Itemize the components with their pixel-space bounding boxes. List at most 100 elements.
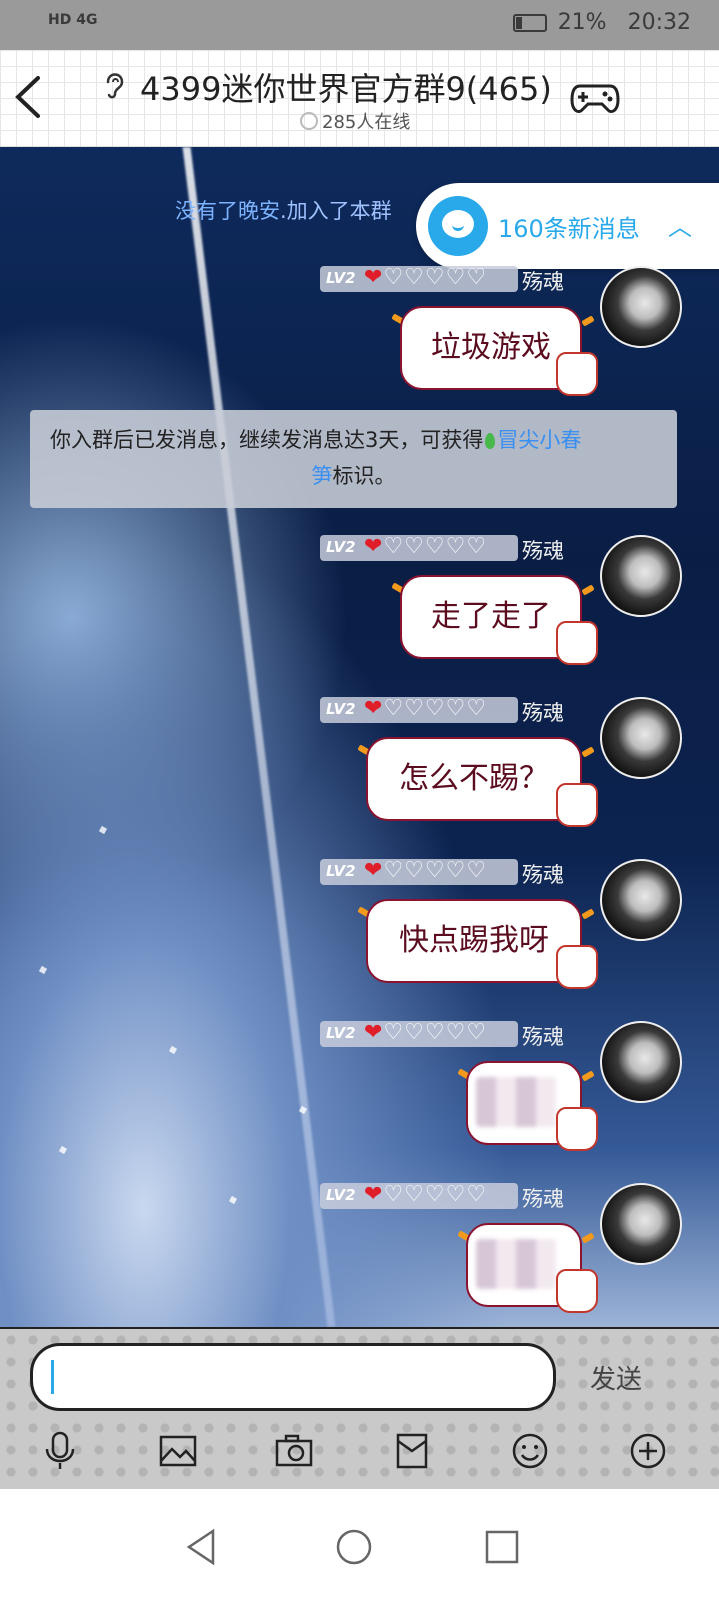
page-title: 4399迷你世界官方群9(465) — [140, 70, 552, 108]
bubble-decoration — [581, 315, 595, 327]
fist-icon — [556, 1107, 598, 1151]
hearts-empty: ♡♡♡♡♡ — [383, 858, 488, 883]
notice-text-end: 标识。 — [332, 464, 396, 488]
fist-icon — [556, 352, 598, 396]
nav-home-icon[interactable] — [334, 1527, 374, 1567]
join-suffix: .加入了本群 — [280, 199, 392, 223]
send-button[interactable]: 发送 — [590, 1359, 642, 1396]
bubble-decoration — [581, 584, 595, 596]
heart-full: ❤ — [364, 265, 384, 290]
avatar[interactable] — [600, 535, 682, 617]
nav-back-icon[interactable] — [183, 1527, 223, 1567]
avatar[interactable] — [600, 1183, 682, 1265]
fist-icon — [556, 945, 598, 989]
sender-name[interactable]: 殇魂 — [522, 535, 564, 565]
blurred-sticker[interactable] — [476, 1077, 556, 1127]
bubble-decoration — [581, 746, 595, 758]
text-caret — [51, 1360, 54, 1394]
sender-name[interactable]: 殇魂 — [522, 1021, 564, 1051]
avatar[interactable] — [600, 266, 682, 348]
status-bar: HD 4G 21% 20:32 — [0, 0, 719, 50]
chat-header: 4399迷你世界官方群9(465) 285人在线 — [0, 50, 719, 147]
hearts: ❤♡♡♡♡♡ — [364, 1020, 487, 1045]
plus-icon[interactable] — [626, 1429, 670, 1473]
hearts: ❤♡♡♡♡♡ — [364, 696, 487, 721]
message-item: LV2 ❤♡♡♡♡♡ 殇魂 — [0, 1020, 719, 1151]
new-messages-button[interactable]: 160条新消息 ︿ — [416, 183, 719, 269]
message-item: LV2 ❤♡♡♡♡♡ 殇魂 快点踢我呀 — [0, 858, 719, 989]
avatar[interactable] — [600, 697, 682, 779]
sender-name[interactable]: 殇魂 — [522, 1183, 564, 1213]
camera-icon[interactable] — [272, 1429, 316, 1473]
level-badge: LV2 ❤♡♡♡♡♡ — [320, 858, 518, 885]
notice-line2: 笋标识。 — [30, 458, 677, 494]
avatar[interactable] — [600, 859, 682, 941]
red-packet-icon[interactable] — [390, 1429, 434, 1473]
bubble-decoration — [581, 908, 595, 920]
nav-recents-icon[interactable] — [482, 1527, 522, 1567]
level-tag: LV2 — [326, 700, 356, 718]
message-bubble[interactable]: 快点踢我呀 — [366, 899, 582, 983]
message-item: LV2 ❤♡♡♡♡♡ 殇魂 怎么不踢？ — [0, 696, 719, 827]
new-messages-label: 160条新消息 — [498, 215, 640, 243]
back-icon[interactable] — [8, 72, 48, 122]
battery-icon — [512, 14, 547, 32]
heart-full: ❤ — [364, 696, 384, 721]
hearts: ❤♡♡♡♡♡ — [364, 1182, 487, 1207]
hearts: ❤♡♡♡♡♡ — [364, 534, 487, 559]
heart-full: ❤ — [364, 1020, 384, 1045]
notice-badge-name-end[interactable]: 笋 — [312, 464, 333, 488]
avatar[interactable] — [600, 1021, 682, 1103]
ear-icon — [106, 73, 124, 99]
message-composer: 发送 — [0, 1327, 719, 1491]
bubble-decoration — [581, 1070, 595, 1082]
join-user-name[interactable]: 没有了晚安 — [175, 199, 280, 223]
level-tag: LV2 — [326, 862, 356, 880]
clock: 20:32 — [627, 10, 691, 35]
status-right: 21% 20:32 — [509, 10, 691, 35]
online-icon — [300, 112, 318, 130]
notice-badge-name[interactable]: 冒尖小春 — [497, 428, 581, 452]
level-tag: LV2 — [326, 1024, 356, 1042]
composer-toolbar — [0, 1429, 719, 1479]
bubble-decoration — [581, 1232, 595, 1244]
chat-area[interactable]: 没有了晚安.加入了本群 160条新消息 ︿ LV2 ❤♡♡♡♡♡ 殇魂 垃圾游戏… — [0, 147, 719, 1327]
message-input[interactable] — [30, 1343, 556, 1411]
join-notice: 没有了晚安.加入了本群 — [175, 195, 392, 225]
message-item: LV2 ❤♡♡♡♡♡ 殇魂 垃圾游戏 — [0, 265, 719, 396]
blurred-sticker[interactable] — [476, 1239, 556, 1289]
hearts-empty: ♡♡♡♡♡ — [383, 696, 488, 721]
hearts-empty: ♡♡♡♡♡ — [383, 534, 488, 559]
sender-name[interactable]: 殇魂 — [522, 697, 564, 727]
message-item: LV2 ❤♡♡♡♡♡ 殇魂 走了走了 — [0, 534, 719, 665]
sender-name[interactable]: 殇魂 — [522, 859, 564, 889]
emoji-icon[interactable] — [508, 1429, 552, 1473]
notice-text: 你入群后已发消息，继续发消息达3天，可获得 — [50, 428, 484, 452]
microphone-icon[interactable] — [38, 1429, 82, 1473]
level-badge: LV2 ❤♡♡♡♡♡ — [320, 1182, 518, 1209]
online-count-text: 285人在线 — [322, 112, 411, 133]
message-bubble[interactable]: 怎么不踢？ — [366, 737, 582, 821]
level-badge: LV2 ❤♡♡♡♡♡ — [320, 696, 518, 723]
level-tag: LV2 — [326, 538, 356, 556]
message-bubble[interactable]: 垃圾游戏 — [400, 306, 582, 390]
level-badge: LV2 ❤♡♡♡♡♡ — [320, 534, 518, 561]
sprout-icon — [485, 433, 496, 449]
hearts-empty: ♡♡♡♡♡ — [383, 265, 488, 290]
gamepad-icon[interactable] — [570, 78, 620, 118]
hearts: ❤♡♡♡♡♡ — [364, 858, 487, 883]
image-icon[interactable] — [156, 1429, 200, 1473]
battery-percent: 21% — [557, 10, 607, 35]
heart-full: ❤ — [364, 1182, 384, 1207]
message-bubble[interactable]: 走了走了 — [400, 575, 582, 659]
chevron-up-icon: ︿ — [668, 213, 692, 241]
title-area[interactable]: 4399迷你世界官方群9(465) — [100, 64, 570, 108]
sender-name[interactable]: 殇魂 — [522, 266, 564, 296]
fist-icon — [556, 621, 598, 665]
heart-full: ❤ — [364, 858, 384, 883]
hearts-empty: ♡♡♡♡♡ — [383, 1020, 488, 1045]
level-badge: LV2 ❤♡♡♡♡♡ — [320, 1020, 518, 1047]
background-sparkle — [98, 825, 108, 835]
hearts-empty: ♡♡♡♡♡ — [383, 1182, 488, 1207]
network-indicator: HD 4G — [48, 12, 98, 28]
